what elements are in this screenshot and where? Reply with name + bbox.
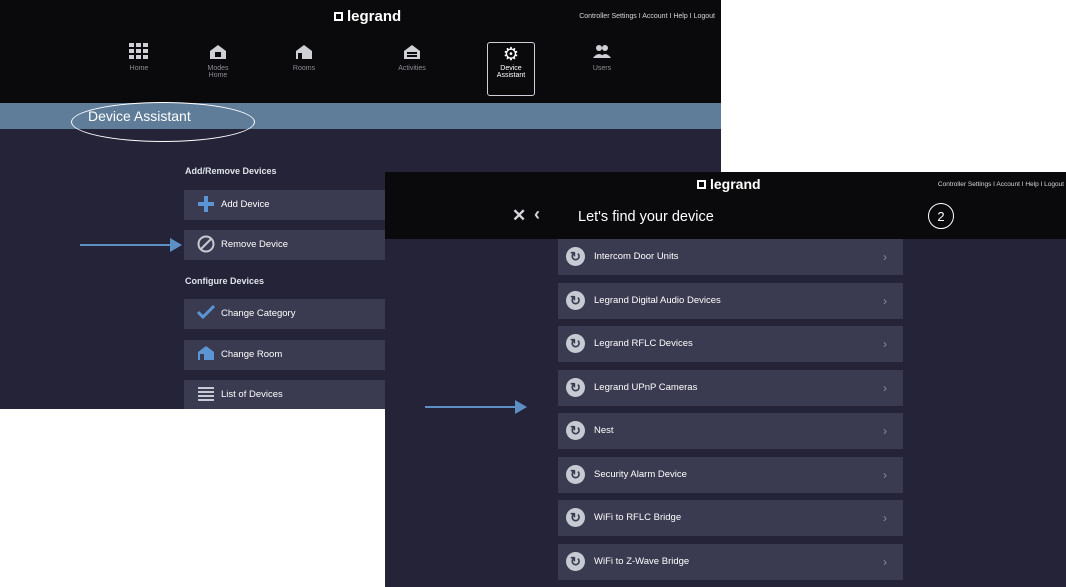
logo-text-2: legrand bbox=[710, 176, 761, 192]
nav-users-label: Users bbox=[592, 65, 612, 72]
list-item-label: WiFi to RFLC Bridge bbox=[594, 512, 682, 523]
top-bar-2: legrand Controller Settings I Account I … bbox=[385, 172, 1066, 196]
nav-modes-label: Modes Home bbox=[207, 65, 229, 79]
find-device-title: Let's find your device bbox=[578, 209, 714, 225]
remove-device-button[interactable]: Remove Device bbox=[184, 230, 394, 260]
nav-activities[interactable]: Activities bbox=[380, 43, 444, 95]
arrow-to-device-list bbox=[425, 400, 527, 414]
top-links[interactable]: Controller Settings I Account I Help I L… bbox=[579, 13, 715, 20]
nav-home-label: Home bbox=[129, 65, 149, 72]
list-item-upnp-cameras[interactable]: ↻ Legrand UPnP Cameras › bbox=[558, 370, 903, 406]
change-category-label: Change Category bbox=[221, 308, 296, 319]
plus-icon bbox=[196, 195, 216, 215]
list-item-intercom[interactable]: ↻ Intercom Door Units › bbox=[558, 239, 903, 275]
refresh-icon: ↻ bbox=[566, 465, 585, 484]
chevron-right-icon: › bbox=[883, 294, 887, 308]
nav-rooms[interactable]: Rooms bbox=[272, 43, 336, 95]
nav-device-assistant[interactable]: ⚙ Device Assistant bbox=[487, 42, 535, 96]
add-device-label: Add Device bbox=[221, 199, 270, 210]
list-item-label: Legrand RFLC Devices bbox=[594, 338, 693, 349]
step-indicator: 2 bbox=[928, 203, 954, 229]
logo-text: legrand bbox=[347, 8, 402, 25]
remove-device-label: Remove Device bbox=[221, 239, 289, 250]
nav-modes-home[interactable]: Modes Home bbox=[186, 43, 250, 95]
list-icon bbox=[196, 385, 216, 405]
legrand-logo: legrand bbox=[334, 8, 401, 25]
change-category-button[interactable]: Change Category bbox=[184, 299, 394, 329]
refresh-icon: ↻ bbox=[566, 291, 585, 310]
legrand-logo-2: legrand bbox=[697, 176, 761, 192]
nav-activities-label: Activities bbox=[398, 65, 426, 72]
refresh-icon: ↻ bbox=[566, 508, 585, 527]
change-room-button[interactable]: Change Room bbox=[184, 340, 394, 370]
list-item-rflc[interactable]: ↻ Legrand RFLC Devices › bbox=[558, 326, 903, 362]
list-item-nest[interactable]: ↻ Nest › bbox=[558, 413, 903, 449]
checkmark-icon bbox=[196, 304, 216, 324]
list-item-wifi-rflc[interactable]: ↻ WiFi to RFLC Bridge › bbox=[558, 500, 903, 536]
arrow-to-remove-device bbox=[80, 238, 182, 252]
gear-icon: ⚙ bbox=[502, 44, 520, 64]
list-item-label: Nest bbox=[594, 425, 614, 436]
refresh-icon: ↻ bbox=[566, 334, 585, 353]
list-item-digital-audio[interactable]: ↻ Legrand Digital Audio Devices › bbox=[558, 283, 903, 319]
back-chevron-icon[interactable]: ‹ bbox=[534, 204, 540, 225]
logo-square-icon bbox=[334, 12, 343, 21]
main-nav: Home Modes Home Rooms Activities ⚙ Devic… bbox=[0, 35, 721, 103]
change-room-label: Change Room bbox=[221, 349, 283, 360]
list-of-devices-label: List of Devices bbox=[221, 389, 283, 400]
nav-device-assistant-label: Device Assistant bbox=[496, 65, 526, 79]
prohibit-icon bbox=[196, 235, 216, 255]
grid-icon bbox=[107, 43, 171, 65]
users-icon bbox=[570, 43, 634, 65]
chevron-right-icon: › bbox=[883, 250, 887, 264]
list-item-label: WiFi to Z-Wave Bridge bbox=[594, 556, 690, 567]
chevron-right-icon: › bbox=[883, 511, 887, 525]
refresh-icon: ↻ bbox=[566, 552, 585, 571]
chevron-right-icon: › bbox=[883, 424, 887, 438]
nav-home[interactable]: Home bbox=[107, 43, 171, 95]
nav-users[interactable]: Users bbox=[570, 43, 634, 95]
refresh-icon: ↻ bbox=[566, 378, 585, 397]
chevron-right-icon: › bbox=[883, 381, 887, 395]
top-links-2[interactable]: Controller Settings I Account I Help I L… bbox=[938, 181, 1064, 188]
nav-rooms-label: Rooms bbox=[292, 65, 316, 72]
list-of-devices-button[interactable]: List of Devices bbox=[184, 380, 394, 409]
list-item-security-alarm[interactable]: ↻ Security Alarm Device › bbox=[558, 457, 903, 493]
section-add-remove: Add/Remove Devices bbox=[185, 166, 277, 176]
add-device-button[interactable]: Add Device bbox=[184, 190, 394, 220]
list-item-wifi-zwave[interactable]: ↻ WiFi to Z-Wave Bridge › bbox=[558, 544, 903, 580]
chevron-right-icon: › bbox=[883, 337, 887, 351]
modes-icon bbox=[186, 43, 250, 65]
house-icon bbox=[196, 345, 216, 365]
find-device-header: ✕ ‹ Let's find your device 2 bbox=[385, 196, 1066, 239]
list-item-label: Intercom Door Units bbox=[594, 251, 679, 262]
list-item-label: Legrand UPnP Cameras bbox=[594, 382, 698, 393]
list-item-label: Legrand Digital Audio Devices bbox=[594, 295, 721, 306]
activities-icon bbox=[380, 43, 444, 65]
refresh-icon: ↻ bbox=[566, 421, 585, 440]
top-bar: legrand Controller Settings I Account I … bbox=[0, 0, 721, 35]
section-configure: Configure Devices bbox=[185, 276, 265, 286]
chevron-right-icon: › bbox=[883, 468, 887, 482]
refresh-icon: ↻ bbox=[566, 247, 585, 266]
house-icon bbox=[272, 43, 336, 65]
chevron-right-icon: › bbox=[883, 555, 887, 569]
list-item-label: Security Alarm Device bbox=[594, 469, 687, 480]
find-device-screen: legrand Controller Settings I Account I … bbox=[385, 172, 1066, 587]
close-icon[interactable]: ✕ bbox=[512, 206, 526, 226]
highlight-ellipse bbox=[71, 102, 255, 142]
logo-square-icon bbox=[697, 179, 706, 189]
